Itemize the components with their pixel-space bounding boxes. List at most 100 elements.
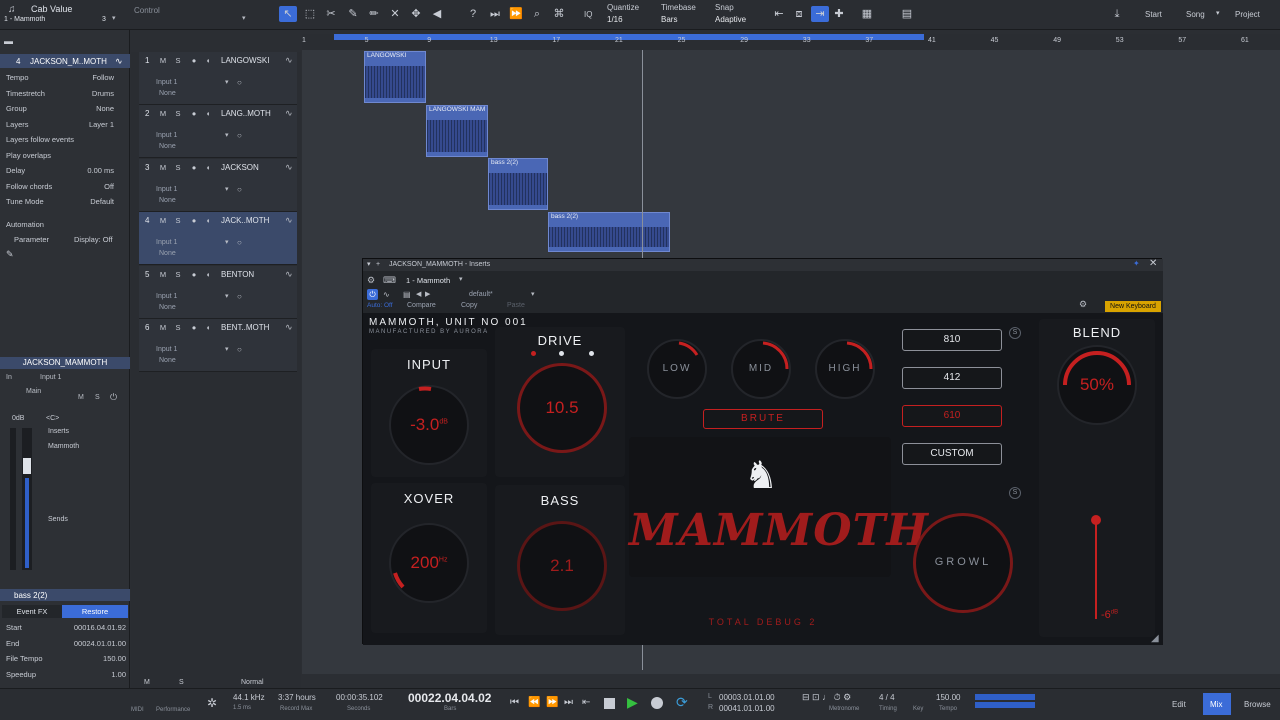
nav-project[interactable]: Project [1235, 10, 1260, 19]
inspector-icon[interactable]: ▬ [4, 36, 13, 46]
bend-tool-icon[interactable]: ✥ [407, 6, 425, 22]
split-tool-icon[interactable]: ✂ [322, 6, 340, 22]
drive-mode-led-1[interactable] [531, 351, 536, 356]
inspector-row[interactable]: Delay 0.00 ms [0, 163, 130, 178]
volume-fader-track[interactable] [22, 428, 32, 570]
track-mute-button[interactable]: M [157, 322, 169, 333]
loop-start-icon[interactable]: ⇤ [582, 697, 590, 708]
loop-range[interactable] [334, 34, 924, 40]
event-row-value[interactable]: 1.00 [111, 667, 126, 682]
inspector-row-value[interactable]: Layer 1 [89, 117, 114, 132]
track-name[interactable]: BENT..MOTH [221, 323, 269, 332]
db-label[interactable]: 0dB [12, 415, 24, 422]
browse-button[interactable]: Browse [1244, 700, 1271, 709]
forward-icon[interactable]: ⏭ [486, 6, 504, 22]
audio-clip[interactable]: bass 2(2) [548, 212, 670, 252]
track-mute-button[interactable]: M [157, 108, 169, 119]
range-tool-icon[interactable]: ⬚ [301, 6, 319, 22]
record-icon[interactable] [651, 697, 663, 709]
stop-icon[interactable] [604, 698, 615, 709]
pan-label[interactable]: <C> [46, 415, 59, 422]
in-value[interactable]: Input 1 [40, 374, 61, 381]
fast-forward-icon[interactable]: ⏩ [546, 697, 558, 708]
metronome-settings-icon[interactable]: ⊟ ⊡ ♩ ⏱ ⚙ [802, 692, 851, 703]
nav-song-chevron-icon[interactable]: ▾ [1216, 9, 1220, 17]
inspector-row-value[interactable]: Default [90, 194, 114, 209]
track-mute-button[interactable]: M [157, 55, 169, 66]
track-input[interactable]: Input 1 [156, 186, 177, 193]
audio-clip[interactable]: LANGOWSKI [364, 51, 426, 103]
track-header[interactable]: 1 M S ● ◖ LANGOWSKI ∿ Input 1 ▾ ○ None [139, 52, 297, 105]
track-output[interactable]: None [159, 304, 176, 311]
snap-events-icon[interactable]: ⧈ [790, 6, 808, 22]
insert-item-mammoth[interactable]: Mammoth [48, 443, 79, 450]
brute-button[interactable]: BRUTE [703, 409, 823, 429]
copy-button[interactable]: Copy [461, 302, 477, 309]
track-input[interactable]: Input 1 [156, 346, 177, 353]
inspector-row-value[interactable]: Drums [92, 86, 114, 101]
monitor-input-icon[interactable]: ○ [237, 131, 242, 140]
cab-810-button[interactable]: 810 [902, 329, 1002, 351]
eraser-tool-icon[interactable]: ✎ [344, 6, 362, 22]
track-input[interactable]: Input 1 [156, 132, 177, 139]
rewind-icon[interactable]: ⏪ [528, 697, 540, 708]
restore-button[interactable]: Restore [62, 605, 128, 618]
footer-solo[interactable]: S [179, 679, 184, 686]
footer-mute[interactable]: M [144, 679, 150, 686]
bypass-icon[interactable]: ⏻ [367, 289, 378, 300]
preset-slot[interactable]: 1 - Mammoth [406, 276, 450, 285]
inspector-row-value[interactable]: Follow [92, 70, 114, 85]
track-selector[interactable]: 1 - Mammoth [4, 16, 45, 23]
download-icon[interactable]: ⤓ [1108, 6, 1126, 22]
growl-info-icon[interactable]: S [1009, 487, 1021, 499]
arrow-tool-icon[interactable]: ↖ [279, 6, 297, 22]
event-row[interactable]: Speedup 1.00 [0, 667, 130, 682]
crosshair-icon[interactable]: ✚ [830, 6, 848, 22]
parameter-value[interactable]: Display: Off [74, 235, 113, 244]
preset-next-icon[interactable]: ▶ [425, 290, 430, 298]
eq-high[interactable]: HIGH [809, 333, 881, 405]
paste-button[interactable]: Paste [507, 302, 525, 309]
add-icon[interactable]: + [376, 259, 380, 271]
track-output[interactable]: None [159, 143, 176, 150]
cab-custom-button[interactable]: CUSTOM [902, 443, 1002, 465]
track-name[interactable]: LANGOWSKI [221, 56, 269, 65]
volume-fader-handle[interactable] [23, 458, 31, 474]
resize-handle-icon[interactable]: ◢ [1151, 633, 1159, 644]
track-header[interactable]: 5 M S ● ◖ BENTON ∿ Input 1 ▾ ○ None [139, 265, 297, 319]
growl-knob[interactable]: GROWL [913, 513, 1013, 613]
inspector-row[interactable]: Group None [0, 101, 130, 116]
loop-start-value[interactable]: 00003.01.01.00 [719, 693, 775, 702]
event-row[interactable]: File Tempo 150.00 [0, 651, 130, 666]
timing-value[interactable]: 4 / 4 [879, 693, 895, 702]
input-chevron-icon[interactable]: ▾ [225, 345, 229, 353]
drive-mode-led-3[interactable] [589, 351, 594, 356]
solo-button[interactable]: S [95, 394, 100, 401]
automation-icon[interactable]: ∿ [383, 290, 390, 299]
timeline-ruler[interactable]: 1 5 9 13 17 21 25 29 33 37 41 45 49 53 57 61 [302, 34, 1280, 50]
record-arm-icon[interactable]: ● [188, 215, 200, 226]
mute-button[interactable]: M [78, 394, 84, 401]
monitor-input-icon[interactable]: ○ [237, 238, 242, 247]
edit-icon[interactable]: ✎ [6, 249, 14, 260]
input-chevron-icon[interactable]: ▾ [225, 238, 229, 246]
help-icon[interactable]: ? [464, 6, 482, 22]
bass-knob[interactable]: 2.1 [517, 521, 607, 611]
inspector-row[interactable]: Tempo Follow [0, 70, 130, 85]
event-row-value[interactable]: 00016.04.01.92 [74, 620, 126, 635]
output-fader-handle[interactable] [1091, 515, 1101, 525]
inspector-row[interactable]: Layers follow events [0, 132, 130, 147]
track-input[interactable]: Input 1 [156, 293, 177, 300]
auto-off[interactable]: Auto: Off [367, 302, 393, 309]
play-icon[interactable]: ▶ [627, 694, 638, 711]
link-icon[interactable]: ⌘ [550, 6, 568, 22]
record-arm-icon[interactable]: ● [188, 162, 200, 173]
inspector-row-value[interactable]: None [96, 101, 114, 116]
iq-label[interactable]: IQ [584, 10, 592, 19]
quantize-value[interactable]: 1/16 [607, 15, 623, 24]
return-zero-icon[interactable]: ⏮ [510, 697, 519, 708]
event-row-value[interactable]: 00024.01.01.00 [74, 636, 126, 651]
track-solo-button[interactable]: S [172, 215, 184, 226]
track-mute-button[interactable]: M [157, 215, 169, 226]
snap-value[interactable]: Adaptive [715, 15, 746, 24]
